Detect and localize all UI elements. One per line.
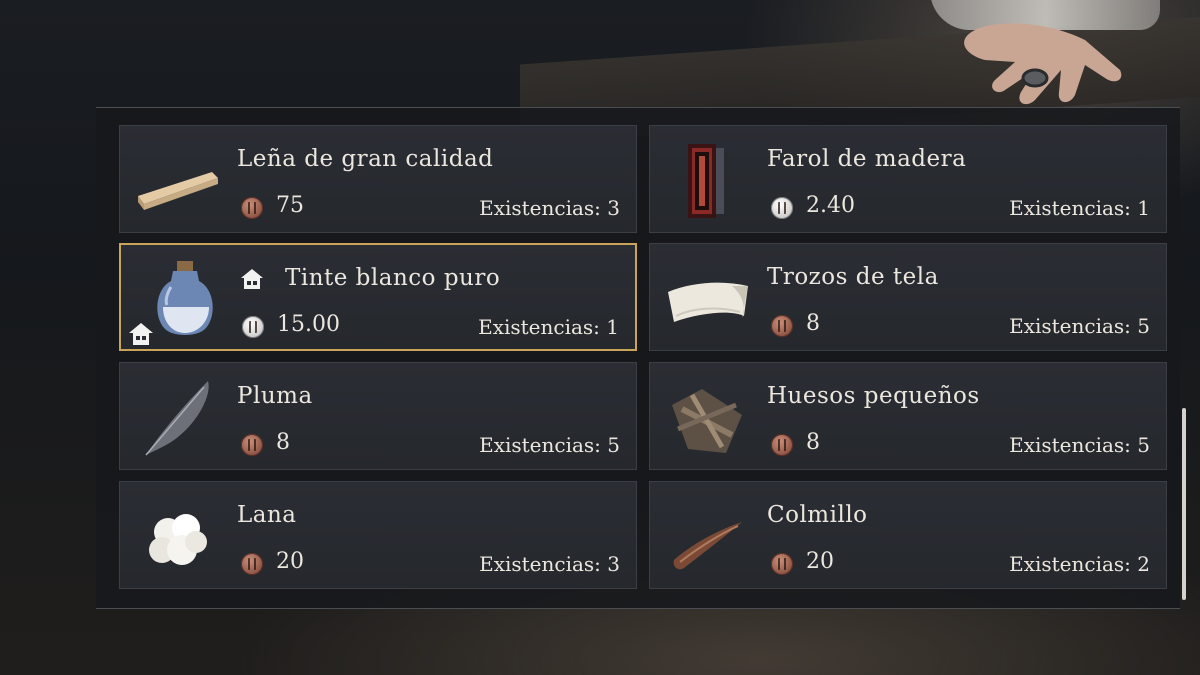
- fang-icon: [673, 522, 742, 570]
- coin-icon: [241, 434, 263, 456]
- item-price: 20: [806, 549, 834, 574]
- item-stock: Existencias: 5: [1009, 433, 1150, 457]
- wool-icon: [149, 514, 207, 565]
- item-name: Farol de madera: [767, 146, 967, 172]
- item-price: 20: [276, 549, 304, 574]
- shop-inventory-panel: Leña de gran calidad 75 Existencias: 3 F…: [96, 107, 1180, 609]
- bones-icon: [672, 389, 742, 453]
- item-card-pluma[interactable]: Pluma 8 Existencias: 5: [119, 362, 637, 470]
- coin-icon: [241, 197, 263, 219]
- item-card-colmillo[interactable]: Colmillo 20 Existencias: 2: [649, 481, 1167, 589]
- item-price: 15.00: [277, 312, 340, 337]
- item-stock: Existencias: 1: [478, 315, 619, 339]
- item-card-tela[interactable]: Trozos de tela 8 Existencias: 5: [649, 243, 1167, 351]
- item-stock: Existencias: 1: [1009, 196, 1150, 220]
- item-stock: Existencias: 3: [479, 196, 620, 220]
- item-name: Pluma: [237, 383, 313, 409]
- coin-icon: [771, 197, 793, 219]
- item-price: 75: [276, 193, 304, 218]
- lantern-icon: [688, 144, 724, 218]
- feather-icon: [145, 381, 209, 456]
- coin-icon: [771, 553, 793, 575]
- item-stock: Existencias: 2: [1009, 552, 1150, 576]
- item-price: 8: [806, 430, 820, 455]
- item-name: Trozos de tela: [767, 264, 939, 290]
- item-name: Colmillo: [767, 502, 868, 528]
- item-name: Tinte blanco puro: [285, 265, 501, 291]
- house-icon: [129, 323, 153, 345]
- item-price: 8: [806, 311, 820, 336]
- item-card-lena[interactable]: Leña de gran calidad 75 Existencias: 3: [119, 125, 637, 233]
- coin-icon: [242, 316, 264, 338]
- background-hand: [964, 23, 1122, 105]
- item-card-tinte[interactable]: Tinte blanco puro 15.00 Existencias: 1: [119, 243, 637, 351]
- coin-icon: [771, 434, 793, 456]
- item-name: Leña de gran calidad: [237, 146, 494, 172]
- coin-icon: [771, 315, 793, 337]
- scrollbar[interactable]: [1182, 408, 1186, 600]
- item-price: 2.40: [806, 193, 855, 218]
- item-name: Huesos pequeños: [767, 383, 980, 409]
- wood-plank-icon: [138, 172, 218, 210]
- item-card-lana[interactable]: Lana 20 Existencias: 3: [119, 481, 637, 589]
- house-icon: [241, 269, 263, 289]
- item-card-farol[interactable]: Farol de madera 2.40 Existencias: 1: [649, 125, 1167, 233]
- item-card-huesos[interactable]: Huesos pequeños 8 Existencias: 5: [649, 362, 1167, 470]
- item-stock: Existencias: 5: [1009, 314, 1150, 338]
- coin-icon: [241, 553, 263, 575]
- item-stock: Existencias: 3: [479, 552, 620, 576]
- item-price: 8: [276, 430, 290, 455]
- cloth-icon: [668, 282, 748, 322]
- item-stock: Existencias: 5: [479, 433, 620, 457]
- item-name: Lana: [237, 502, 297, 528]
